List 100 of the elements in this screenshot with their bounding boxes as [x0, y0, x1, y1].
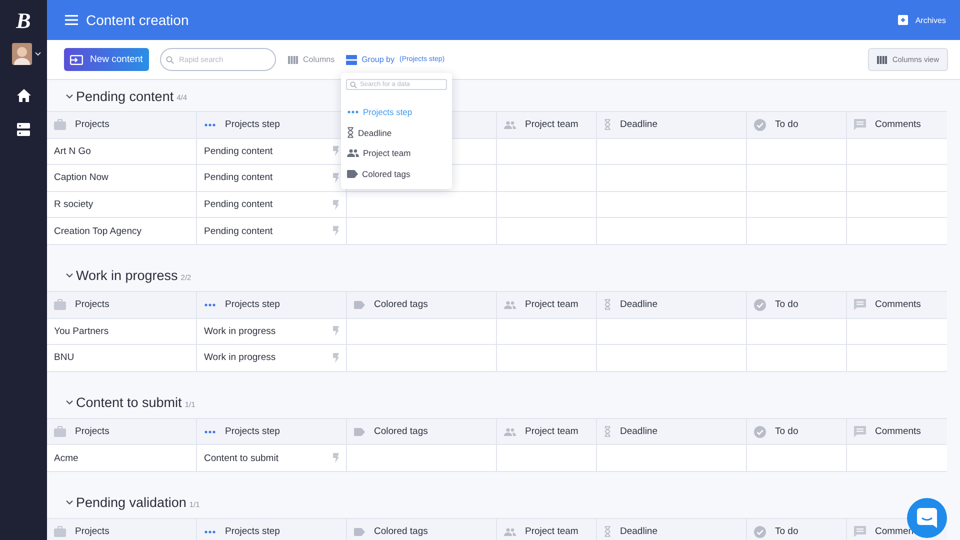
column-header[interactable]: Deadline: [620, 526, 658, 538]
column-header[interactable]: Commen: [875, 526, 914, 538]
table-cell: Acme: [47, 445, 197, 471]
column-header[interactable]: Projects: [75, 119, 110, 130]
logo[interactable]: B: [16, 8, 31, 34]
chevron-down-icon[interactable]: [66, 500, 73, 506]
comment-icon: [854, 426, 866, 438]
table-cell: BNU: [47, 345, 197, 371]
check-circle-icon: [754, 426, 766, 438]
dots-icon: [204, 430, 216, 434]
briefcase-icon: [54, 426, 66, 438]
tag-icon: [354, 528, 365, 536]
hourglass-icon: [604, 426, 611, 438]
people-icon: [504, 120, 516, 129]
check-circle-icon: [754, 526, 766, 538]
column-header[interactable]: Deadline: [620, 299, 658, 310]
server-icon[interactable]: [17, 123, 30, 136]
table-cell: R society: [47, 192, 197, 218]
briefcase-icon: [54, 119, 66, 130]
people-icon: [504, 300, 516, 309]
comment-icon: [854, 299, 866, 310]
check-circle-icon: [754, 298, 766, 311]
tag-icon: [354, 428, 365, 436]
check-circle-icon: [754, 118, 766, 131]
step-text: Work in progress: [204, 326, 276, 337]
menu-item[interactable]: Deadline: [346, 122, 447, 143]
comment-icon: [854, 119, 866, 130]
section-title[interactable]: Pending content: [76, 88, 174, 104]
column-header[interactable]: Deadline: [620, 426, 658, 438]
step-text: Pending content: [204, 199, 273, 210]
column-header[interactable]: Projects: [75, 426, 110, 438]
column-header[interactable]: Project team: [525, 526, 578, 538]
new-content-button[interactable]: New content: [64, 48, 149, 71]
section-title[interactable]: Content to submit: [76, 395, 182, 410]
column-header[interactable]: Projects step: [225, 299, 280, 310]
tag-icon: [347, 170, 358, 178]
tag-icon: [354, 300, 365, 309]
chevron-down-icon[interactable]: [66, 400, 73, 406]
bolt-icon[interactable]: [333, 146, 339, 156]
comment-icon: [854, 526, 866, 538]
column-header[interactable]: To do: [775, 526, 798, 538]
section-title[interactable]: Work in progress: [76, 268, 178, 284]
table-cell: Art N Go: [47, 138, 197, 164]
column-header[interactable]: Project team: [525, 426, 578, 438]
briefcase-icon: [54, 526, 66, 538]
hourglass-icon: [604, 119, 611, 130]
column-header[interactable]: Comments: [875, 119, 921, 130]
step-text: Pending content: [204, 146, 273, 157]
column-header[interactable]: Projects step: [225, 526, 280, 538]
column-header[interactable]: Project team: [525, 299, 578, 310]
columns-icon: [288, 56, 298, 64]
table-cell: Caption Now: [47, 165, 197, 191]
column-header[interactable]: Deadline: [620, 119, 658, 130]
dots-icon: [204, 302, 216, 307]
column-header[interactable]: Comments: [875, 299, 921, 310]
archive-icon: [898, 15, 908, 25]
briefcase-icon: [54, 299, 66, 310]
hourglass-icon: [347, 127, 354, 138]
dots-icon: [347, 110, 359, 114]
column-header[interactable]: Project team: [525, 119, 578, 130]
column-header[interactable]: Projects step: [225, 119, 280, 130]
step-text: Pending content: [204, 172, 273, 184]
step-text: Work in progress: [204, 352, 276, 364]
dots-icon: [204, 530, 216, 534]
search-icon: [350, 81, 357, 88]
step-text: Pending content: [204, 226, 273, 237]
column-header[interactable]: To do: [775, 119, 798, 130]
column-header[interactable]: Projects: [75, 526, 110, 538]
column-header[interactable]: Colored tags: [374, 299, 428, 310]
chevron-down-icon[interactable]: [66, 94, 73, 98]
people-icon: [504, 428, 516, 436]
people-icon: [504, 528, 516, 536]
home-icon[interactable]: [16, 89, 30, 102]
menu-item[interactable]: Colored tags: [346, 164, 447, 184]
column-header[interactable]: Colored tags: [374, 526, 428, 538]
dots-icon: [204, 122, 216, 127]
menu-item[interactable]: Project team: [346, 143, 447, 164]
column-header[interactable]: Comments: [875, 426, 921, 438]
enter-icon: [70, 54, 83, 64]
hourglass-icon: [604, 299, 611, 310]
column-header[interactable]: Projects: [75, 299, 110, 310]
section-title[interactable]: Pending validation: [76, 495, 186, 510]
archives-button[interactable]: Archives: [898, 15, 946, 25]
step-text: Content to submit: [204, 452, 278, 464]
page-title: Content creation: [86, 12, 189, 28]
menu-icon[interactable]: [65, 15, 78, 25]
search-icon: [166, 56, 174, 64]
chevron-down-icon[interactable]: [66, 273, 73, 278]
table-cell: You Partners: [47, 318, 197, 344]
table-cell: Creation Top Agency: [47, 218, 197, 244]
columns-icon: [877, 56, 888, 64]
people-icon: [347, 149, 359, 158]
chat-icon: [917, 508, 937, 528]
hourglass-icon: [604, 526, 611, 538]
column-header[interactable]: To do: [775, 426, 798, 438]
column-header[interactable]: Colored tags: [374, 426, 428, 438]
column-header[interactable]: To do: [775, 299, 798, 310]
column-header[interactable]: Projects step: [225, 426, 280, 438]
rows-icon: [346, 54, 357, 64]
bolt-icon[interactable]: [333, 172, 339, 183]
